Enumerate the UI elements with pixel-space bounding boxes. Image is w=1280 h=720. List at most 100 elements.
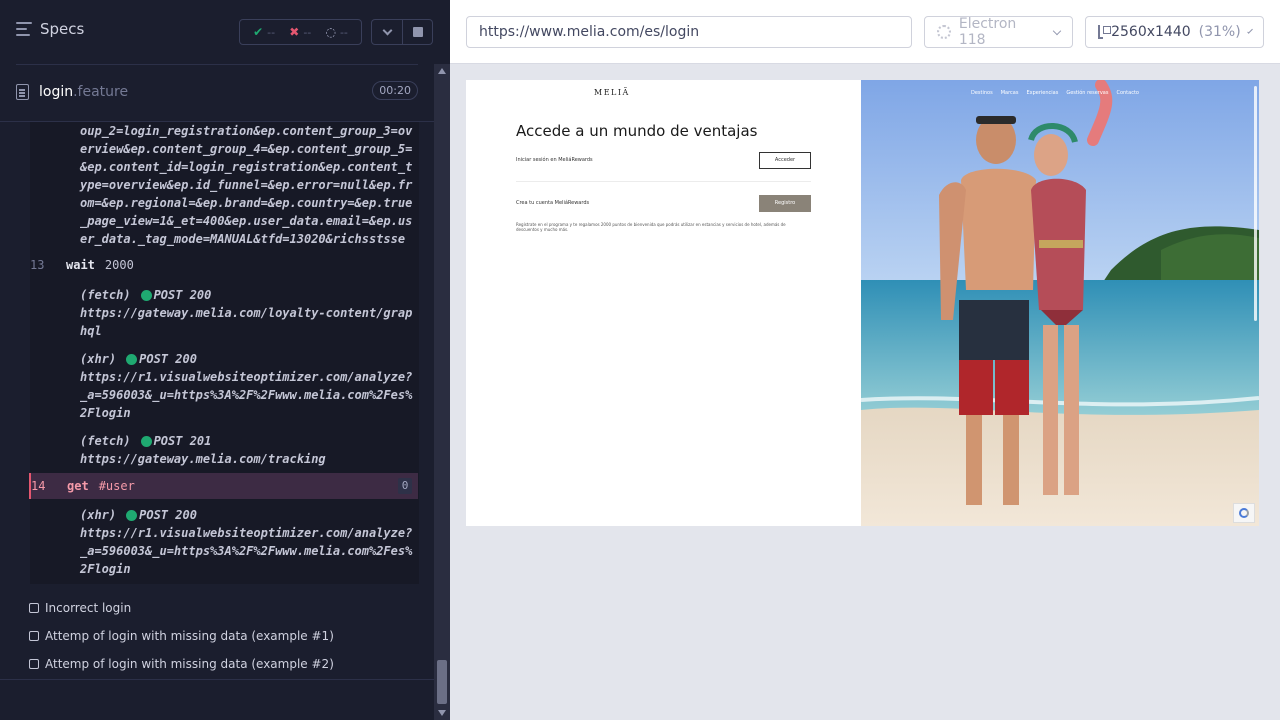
- pending-test-icon: [29, 631, 39, 641]
- log-url-continuation: oup_2=login_registration&ep.content_grou…: [80, 124, 413, 246]
- command-name: get: [67, 479, 89, 493]
- browser-name: Electron 118: [958, 16, 1017, 48]
- register-description: Regístrate en el programa y te regalamos…: [516, 222, 786, 232]
- test-stats: ✔ -- ✖ -- ◌ --: [239, 19, 362, 45]
- specs-header: Specs ✔ -- ✖ -- ◌ --: [0, 0, 450, 64]
- pending-test-icon: [29, 659, 39, 669]
- active-command-row[interactable]: 14 get #user 0: [29, 473, 418, 499]
- recaptcha-icon: [1239, 508, 1249, 518]
- login-label: Iniciar sesión en MeliáRewards: [516, 157, 593, 163]
- recaptcha-badge[interactable]: [1233, 503, 1255, 523]
- preview-toolbar: https://www.melia.com/es/login Electron …: [450, 0, 1280, 64]
- chevron-down-icon: [382, 25, 392, 35]
- app-under-test: MELIÃ Accede a un mundo de ventajas Inic…: [466, 80, 1259, 526]
- request-type: (fetch): [80, 434, 131, 448]
- request-url: https://gateway.melia.com/loyalty-conten…: [80, 306, 413, 338]
- beach-couple-photo: Destinos Marcas Experiencias Gestión res…: [861, 80, 1259, 526]
- request-type: (xhr): [80, 352, 117, 366]
- scroll-down-icon[interactable]: [438, 710, 446, 716]
- pending-stat: ◌ --: [325, 25, 347, 39]
- spec-duration: 00:20: [372, 81, 418, 100]
- specs-title: Specs: [40, 20, 85, 38]
- request-log-item[interactable]: (xhr) POST 200 https://r1.visualwebsiteo…: [80, 506, 416, 578]
- chevron-down-icon: [1246, 27, 1253, 34]
- failed-count: --: [303, 25, 312, 39]
- failed-stat: ✖ --: [289, 25, 311, 39]
- stop-button[interactable]: [403, 19, 433, 45]
- request-method: POST 200: [139, 352, 197, 366]
- divider: [0, 679, 434, 680]
- spec-file-row[interactable]: login .feature 00:20: [16, 80, 420, 104]
- melia-logo[interactable]: MELIÃ: [594, 88, 630, 97]
- viewport-selector[interactable]: 2560x1440 (31%): [1085, 16, 1264, 48]
- create-account-label: Crea tu cuenta MeliáRewards: [516, 200, 590, 206]
- divider: [16, 64, 418, 65]
- command-number: 14: [31, 479, 46, 493]
- status-dot-icon: [126, 509, 138, 521]
- status-dot-icon: [140, 289, 152, 301]
- test-title: Attemp of login with missing data (examp…: [45, 657, 334, 671]
- nav-destinos[interactable]: Destinos: [971, 90, 993, 96]
- request-url: https://r1.visualwebsiteoptimizer.com/an…: [80, 526, 413, 576]
- aut-scrollbar[interactable]: [1254, 86, 1257, 321]
- command-log: oup_2=login_registration&ep.content_grou…: [30, 122, 419, 584]
- command-arg: #user: [98, 479, 135, 493]
- test-title: Attemp of login with missing data (examp…: [45, 629, 334, 643]
- request-log-item[interactable]: (xhr) POST 200 https://r1.visualwebsiteo…: [80, 350, 416, 422]
- command-arg: 2000: [104, 258, 134, 272]
- request-type: (fetch): [80, 288, 131, 302]
- status-dot-icon: [140, 435, 152, 447]
- viewport-icon: [1098, 25, 1112, 39]
- login-panel: MELIÃ Accede a un mundo de ventajas Inic…: [466, 80, 861, 526]
- electron-icon: [937, 25, 951, 39]
- nav-experiencias[interactable]: Experiencias: [1026, 90, 1058, 96]
- passed-stat: ✔ --: [253, 25, 275, 39]
- request-log-item[interactable]: (fetch) POST 201 https://gateway.melia.c…: [80, 432, 416, 468]
- stop-icon: [412, 27, 423, 37]
- runner-scrollbar[interactable]: [434, 64, 450, 720]
- pending-test-icon: [29, 603, 39, 613]
- element-count-badge: 0: [398, 478, 412, 494]
- test-item[interactable]: Attemp of login with missing data (examp…: [29, 629, 334, 643]
- nav-contacto[interactable]: Contacto: [1116, 90, 1139, 96]
- pending-count: --: [339, 25, 348, 39]
- expand-button[interactable]: [371, 19, 403, 45]
- test-item[interactable]: Incorrect login: [29, 601, 131, 615]
- melia-nav: Destinos Marcas Experiencias Gestión res…: [971, 90, 1139, 96]
- nav-gestion-reservas[interactable]: Gestión reservas: [1066, 90, 1108, 96]
- scroll-thumb[interactable]: [437, 660, 447, 704]
- zoom-level: (31%): [1198, 24, 1241, 40]
- request-method: POST 200: [139, 508, 197, 522]
- request-log-item[interactable]: (fetch) POST 200 https://gateway.melia.c…: [80, 286, 416, 340]
- request-type: (xhr): [80, 508, 117, 522]
- command-row[interactable]: 13 wait 2000: [30, 253, 419, 277]
- login-button[interactable]: Acceder: [759, 152, 811, 169]
- passed-count: --: [267, 25, 276, 39]
- login-heading: Accede a un mundo de ventajas: [516, 122, 758, 140]
- menu-icon[interactable]: [16, 22, 32, 36]
- request-url: https://r1.visualwebsiteoptimizer.com/an…: [80, 370, 413, 420]
- test-title: Incorrect login: [45, 601, 132, 615]
- beach-photo-illustration: [861, 80, 1259, 526]
- test-item[interactable]: Attemp of login with missing data (examp…: [29, 657, 334, 671]
- browser-selector[interactable]: Electron 118: [924, 16, 1073, 48]
- spec-file-extension: .feature: [73, 84, 129, 100]
- url-bar[interactable]: https://www.melia.com/es/login: [466, 16, 912, 48]
- command-number: 13: [30, 258, 45, 272]
- pending-icon: ◌: [325, 25, 336, 39]
- spec-file-name: login: [39, 84, 74, 100]
- x-icon: ✖: [289, 25, 300, 39]
- preview-area: https://www.melia.com/es/login Electron …: [450, 0, 1280, 720]
- nav-marcas[interactable]: Marcas: [1001, 90, 1019, 96]
- scroll-up-icon[interactable]: [438, 68, 446, 74]
- command-name: wait: [66, 258, 95, 272]
- divider: [516, 181, 811, 182]
- specs-toggle[interactable]: Specs: [16, 20, 84, 38]
- chevron-down-icon: [1052, 26, 1062, 35]
- status-dot-icon: [126, 353, 138, 365]
- runner-panel: Specs ✔ -- ✖ -- ◌ -- login .feature 00:2…: [0, 0, 450, 720]
- request-url: https://gateway.melia.com/tracking: [80, 452, 326, 466]
- viewport-size: 2560x1440: [1111, 24, 1191, 40]
- request-method: POST 200: [153, 288, 212, 302]
- register-button[interactable]: Registro: [759, 195, 811, 212]
